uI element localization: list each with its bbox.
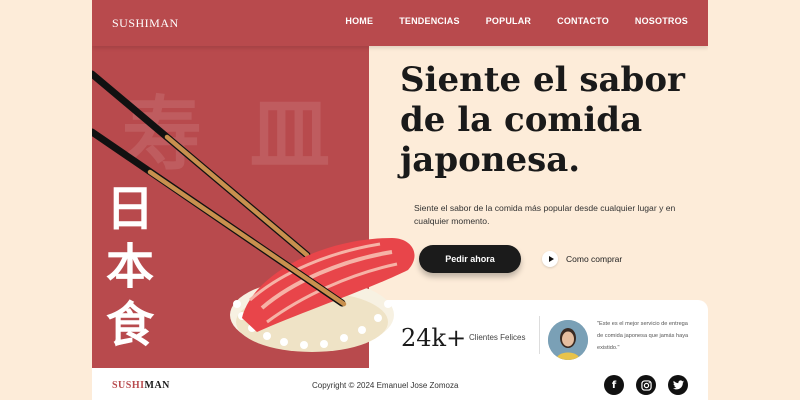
play-icon <box>542 251 558 267</box>
twitter-icon[interactable] <box>668 375 688 395</box>
brand-logo[interactable]: SUSHIMAN <box>112 16 179 31</box>
customers-label: Clientes Felices <box>469 333 526 342</box>
copyright-text: Copyright © 2024 Emanuel Jose Zomoza <box>312 381 459 390</box>
instagram-icon[interactable] <box>636 375 656 395</box>
nav-item-home[interactable]: HOME <box>345 16 373 26</box>
person-icon <box>548 320 588 360</box>
hero-headline: Siente el sabor de la comida japonesa. <box>400 60 700 180</box>
social-links: f <box>604 375 688 395</box>
sushi-illustration <box>92 70 415 352</box>
chopstick-tip <box>147 169 347 307</box>
nav-item-nosotros[interactable]: NOSOTROS <box>635 16 688 26</box>
top-nav-bar: SUSHIMAN HOME TENDENCIAS POPULAR CONTACT… <box>92 0 708 46</box>
main-nav: HOME TENDENCIAS POPULAR CONTACTO NOSOTRO… <box>345 16 688 26</box>
testimonial-quote: "Este es el mejor servicio de entrega de… <box>597 321 689 351</box>
headline-line: Siente el sabor <box>400 60 685 100</box>
headline-line: japonesa. <box>400 140 581 180</box>
nav-item-popular[interactable]: POPULAR <box>486 16 531 26</box>
nav-item-tendencias[interactable]: TENDENCIAS <box>399 16 460 26</box>
headline-line: de la comida <box>400 100 643 140</box>
nav-item-contacto[interactable]: CONTACTO <box>557 16 609 26</box>
hero-subtitle: Siente el sabor de la comida más popular… <box>414 203 676 226</box>
how-to-buy-label: Como comprar <box>566 254 623 264</box>
order-now-button[interactable]: Pedir ahora <box>419 245 521 273</box>
facebook-icon[interactable]: f <box>604 375 624 395</box>
landing-page: 寿 皿 日 本 食 SUSHIMAN HOME TENDENCIAS POPUL… <box>92 0 708 400</box>
footer-logo-part: MAN <box>144 380 170 391</box>
how-to-buy-link[interactable]: Como comprar <box>542 251 622 267</box>
footer-logo[interactable]: SUSHIMAN <box>112 380 170 391</box>
divider <box>539 316 540 354</box>
footer-logo-part: SUSHI <box>112 380 145 391</box>
footer: SUSHIMAN Copyright © 2024 Emanuel Jose Z… <box>92 368 708 400</box>
avatar <box>548 320 588 360</box>
